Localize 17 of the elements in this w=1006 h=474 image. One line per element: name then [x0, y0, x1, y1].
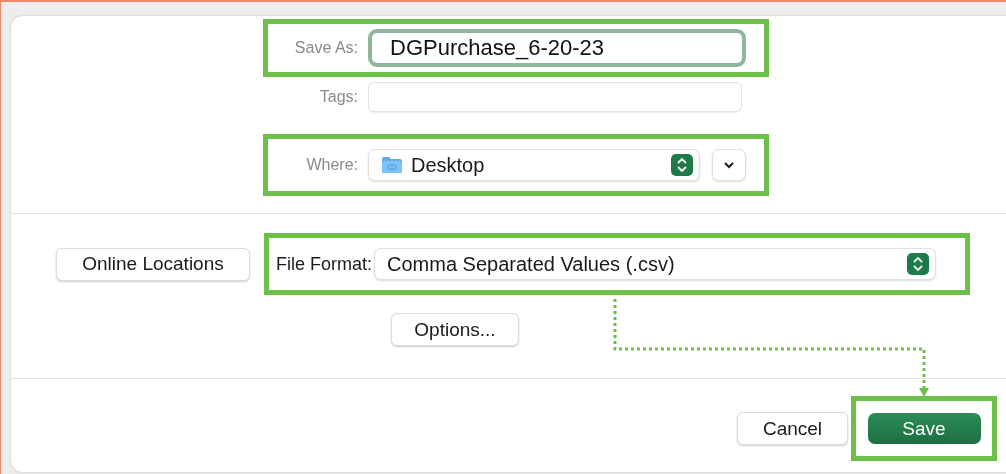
chevron-down-icon [723, 161, 735, 169]
file-format-popup[interactable]: Comma Separated Values (.csv) [374, 248, 936, 280]
save-button[interactable]: Save [867, 413, 981, 444]
field-label: Save As: [293, 39, 358, 57]
location-popup[interactable]: Desktop [368, 149, 700, 181]
file-name-field[interactable]: DGPurchase_6-20-23 [368, 29, 746, 67]
field-label: File Format: [276, 253, 372, 275]
field-label: Tags: [318, 88, 358, 106]
cancel-button[interactable]: Cancel [737, 412, 848, 445]
tags-field[interactable] [368, 82, 742, 112]
options-button[interactable]: Options... [391, 313, 519, 346]
stepper-icon [671, 154, 693, 176]
stepper-icon [907, 253, 929, 275]
field-label: Where: [305, 156, 358, 174]
folder-icon [381, 156, 403, 174]
expand-button[interactable] [712, 149, 746, 181]
online-locations-button[interactable]: Online Locations [56, 247, 250, 281]
